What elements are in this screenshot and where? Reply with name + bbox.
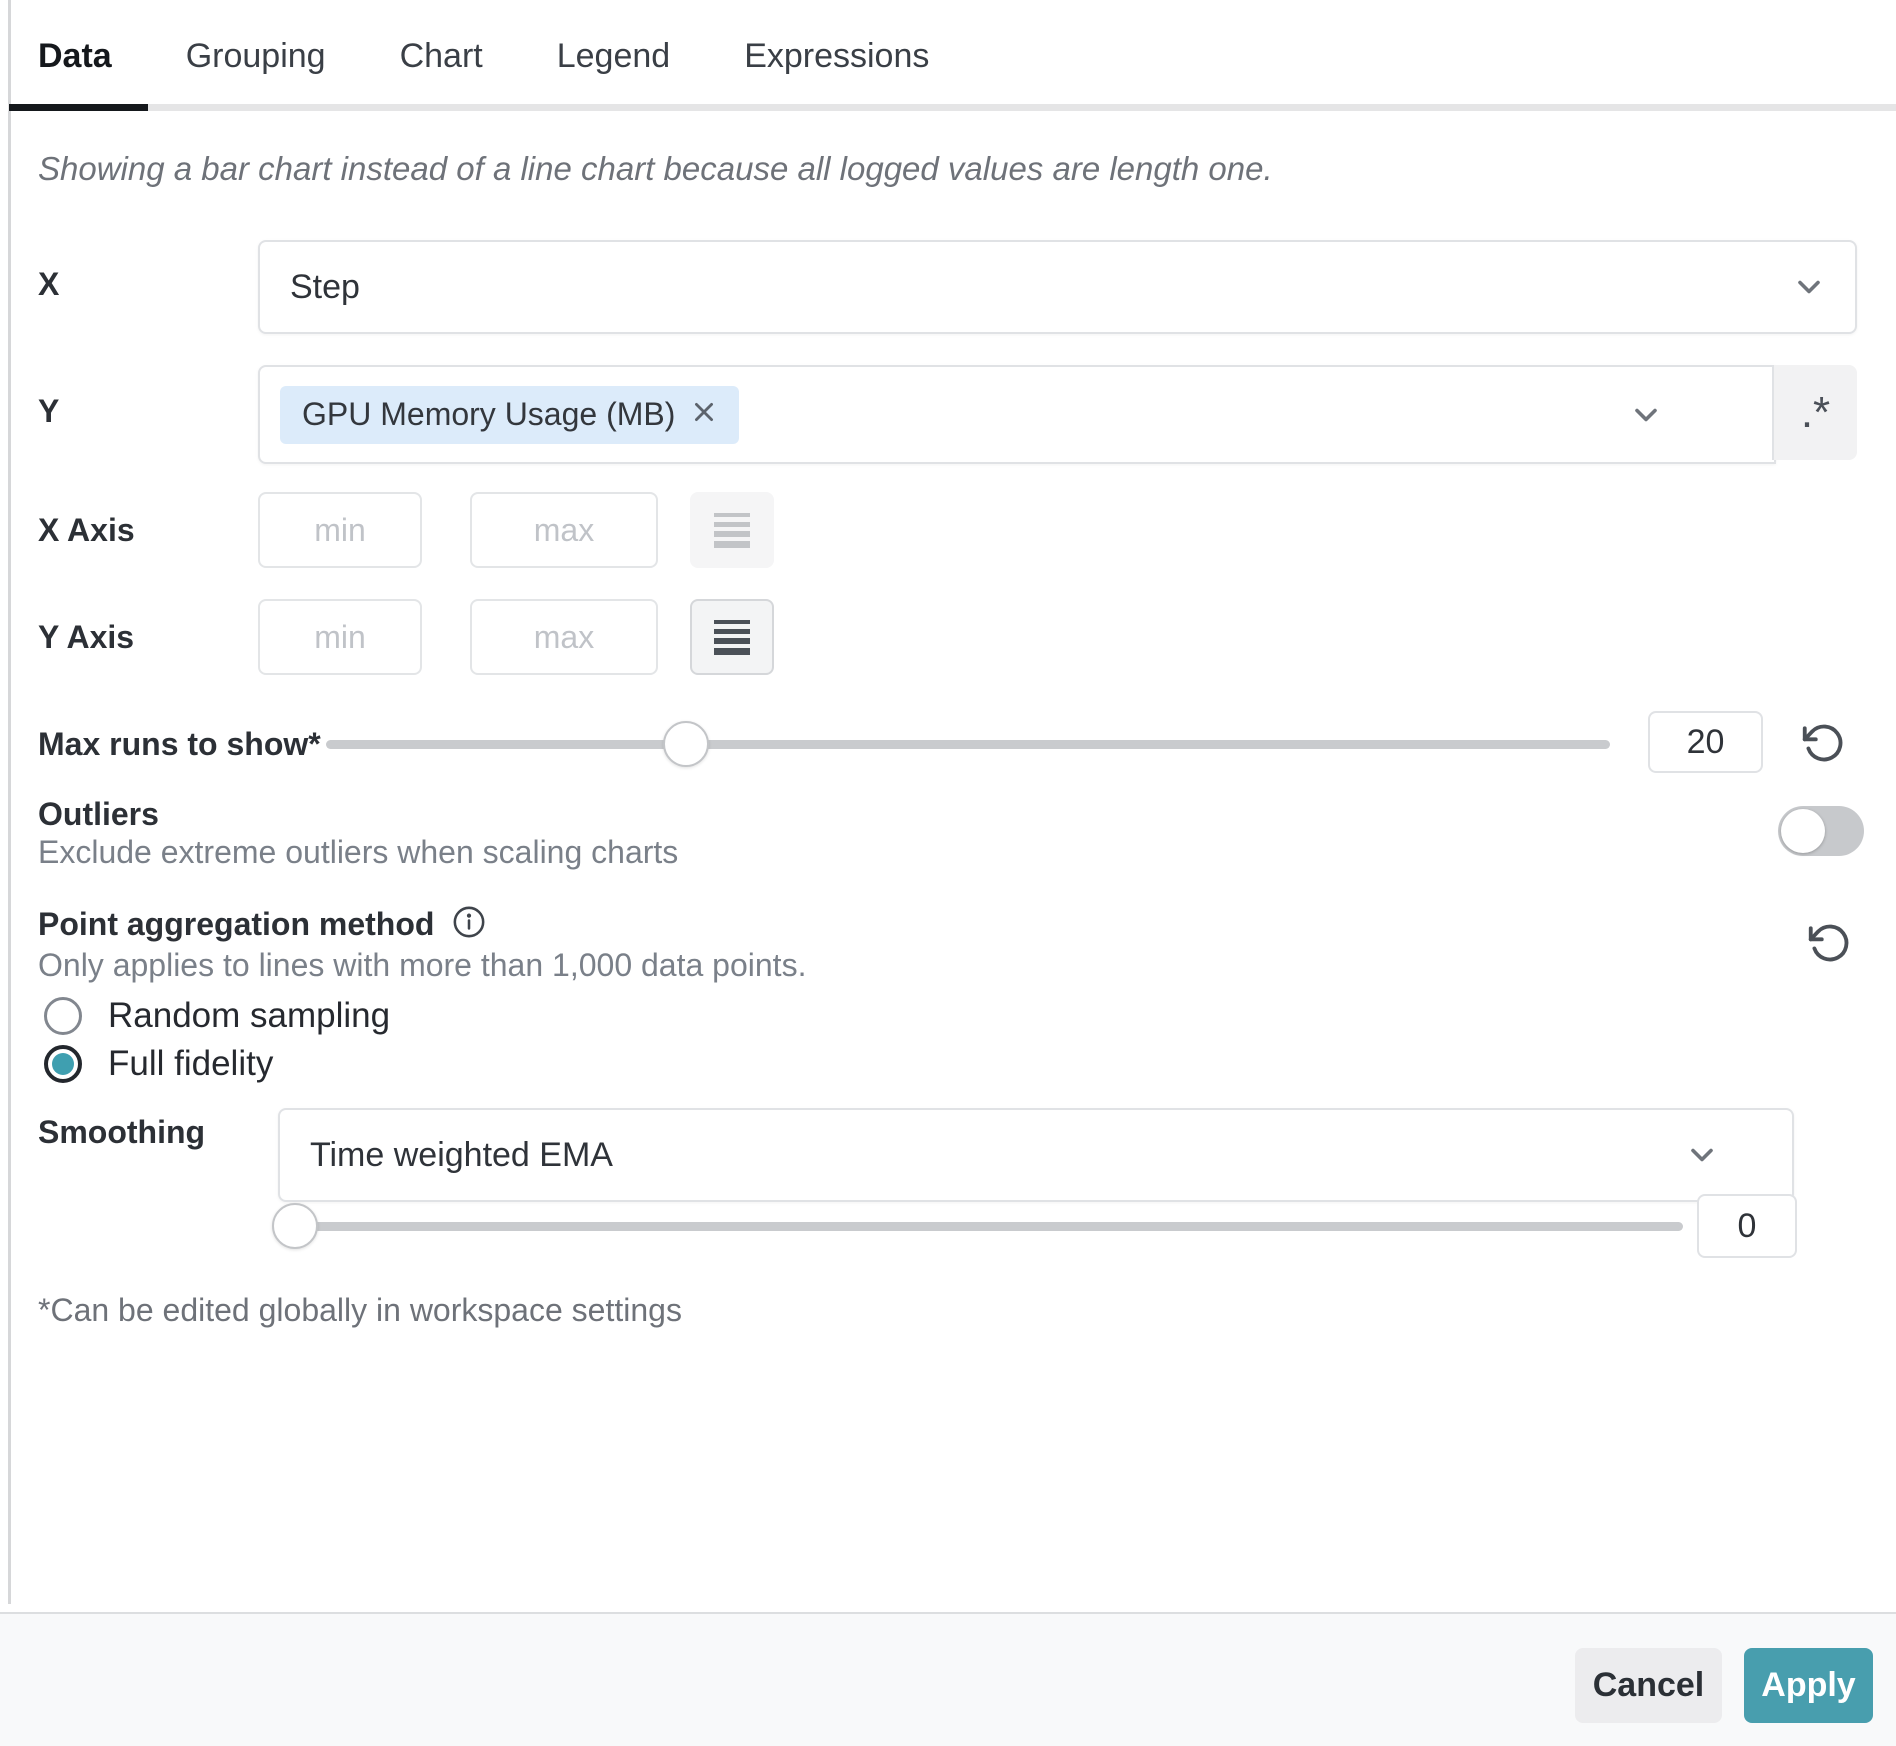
bar-chart-notice: Showing a bar chart instead of a line ch…: [38, 150, 1273, 187]
cancel-button[interactable]: Cancel: [1575, 1648, 1722, 1723]
outliers-description: Exclude extreme outliers when scaling ch…: [38, 834, 679, 870]
max-runs-slider-thumb[interactable]: [663, 721, 709, 767]
x-axis-min-input[interactable]: [258, 492, 422, 568]
radio-full-fidelity[interactable]: Full fidelity: [44, 1044, 273, 1084]
tab-data[interactable]: Data: [38, 36, 112, 76]
y-field-label: Y: [38, 393, 60, 429]
chart-settings-panel: Data Grouping Chart Legend Expressions S…: [0, 0, 1896, 1746]
y-field-select[interactable]: GPU Memory Usage (MB): [258, 365, 1776, 464]
point-aggregation-description: Only applies to lines with more than 1,0…: [38, 947, 807, 983]
regex-filter-button[interactable]: .*: [1772, 365, 1857, 460]
tab-chart[interactable]: Chart: [400, 36, 483, 76]
radio-full-fidelity-label: Full fidelity: [108, 1044, 274, 1083]
radio-random-sampling-label: Random sampling: [108, 996, 391, 1035]
tab-expressions[interactable]: Expressions: [744, 36, 929, 76]
toggle-knob: [1781, 809, 1825, 853]
outliers-label: Outliers: [38, 796, 159, 832]
tab-bar: Data Grouping Chart Legend Expressions: [38, 36, 929, 76]
max-runs-value-input[interactable]: [1648, 711, 1763, 773]
x-axis-log-scale-button[interactable]: [690, 492, 774, 568]
reset-icon: [1808, 924, 1849, 962]
y-axis-label: Y Axis: [38, 619, 135, 655]
y-axis-log-scale-button[interactable]: [690, 599, 774, 675]
smoothing-label: Smoothing: [38, 1114, 206, 1150]
radio-random-sampling[interactable]: Random sampling: [44, 996, 390, 1036]
smoothing-value: Time weighted EMA: [310, 1135, 613, 1174]
log-scale-icon: [714, 513, 750, 548]
radio-dot: [52, 1053, 74, 1075]
max-runs-reset-button[interactable]: [1802, 721, 1846, 765]
smoothing-slider-thumb[interactable]: [272, 1203, 318, 1249]
y-metric-tag: GPU Memory Usage (MB): [280, 385, 740, 444]
x-axis-max-input[interactable]: [470, 492, 658, 568]
tab-underline-track: [8, 104, 1896, 111]
chevron-down-icon: [1628, 397, 1664, 433]
tab-grouping[interactable]: Grouping: [186, 36, 326, 76]
smoothing-slider-track[interactable]: [278, 1222, 1683, 1231]
x-field-label: X: [38, 266, 60, 302]
y-metric-tag-label: GPU Memory Usage (MB): [302, 396, 676, 432]
x-field-value: Step: [290, 267, 360, 306]
tab-active-underline: [9, 104, 148, 111]
max-runs-slider-track[interactable]: [326, 740, 1610, 749]
log-scale-icon: [714, 620, 750, 655]
y-axis-min-input[interactable]: [258, 599, 422, 675]
radio-selected-icon: [44, 1045, 82, 1083]
reset-icon: [1802, 724, 1843, 762]
max-runs-label: Max runs to show*: [38, 726, 321, 762]
apply-button[interactable]: Apply: [1744, 1648, 1873, 1723]
info-icon[interactable]: [452, 905, 486, 944]
y-axis-max-input[interactable]: [470, 599, 658, 675]
x-field-select[interactable]: Step: [258, 240, 1857, 334]
smoothing-select[interactable]: Time weighted EMA: [278, 1108, 1794, 1202]
smoothing-value-input[interactable]: [1697, 1194, 1797, 1258]
point-aggregation-label: Point aggregation method: [38, 906, 435, 942]
outliers-toggle[interactable]: [1778, 806, 1864, 856]
remove-metric-icon[interactable]: [691, 396, 717, 433]
chevron-down-icon: [1791, 269, 1827, 305]
chevron-down-icon: [1684, 1137, 1720, 1173]
x-axis-label: X Axis: [38, 512, 135, 548]
radio-circle-icon: [44, 997, 82, 1035]
point-aggregation-reset-button[interactable]: [1808, 921, 1852, 965]
global-settings-footnote: *Can be edited globally in workspace set…: [38, 1292, 682, 1328]
tab-legend[interactable]: Legend: [557, 36, 670, 76]
panel-left-border: [8, 0, 11, 1604]
